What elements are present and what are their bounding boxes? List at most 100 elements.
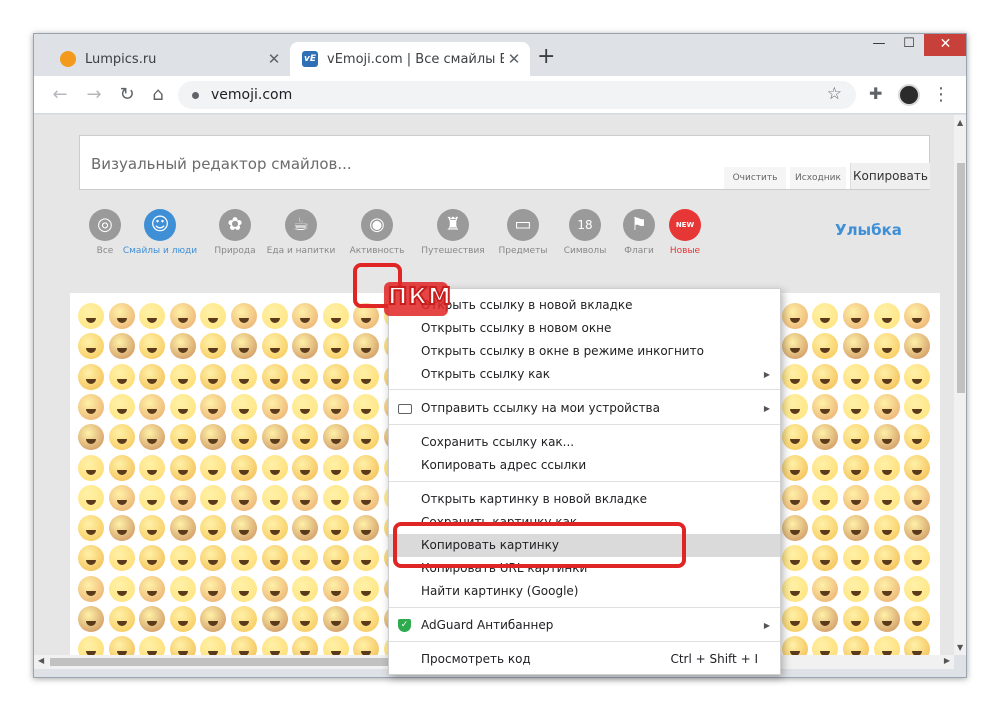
emoji-cell[interactable]	[200, 333, 227, 360]
source-button[interactable]: Исходник	[790, 167, 846, 189]
emoji-cell[interactable]	[904, 636, 931, 655]
emoji-cell[interactable]	[139, 575, 166, 602]
emoji-cell[interactable]	[261, 515, 288, 542]
emoji-cell[interactable]	[873, 333, 900, 360]
emoji-cell[interactable]	[322, 363, 349, 390]
emoji-cell[interactable]	[292, 333, 319, 360]
emoji-cell[interactable]	[200, 545, 227, 572]
emoji-cell[interactable]	[812, 454, 839, 481]
emoji-cell[interactable]	[292, 484, 319, 511]
category-objects[interactable]: ▭ Предметы	[490, 207, 556, 277]
home-icon[interactable]: ⌂	[146, 83, 170, 107]
emoji-cell[interactable]	[108, 484, 135, 511]
emoji-cell[interactable]	[322, 545, 349, 572]
emoji-cell[interactable]	[873, 424, 900, 451]
emoji-cell[interactable]	[322, 454, 349, 481]
emoji-cell[interactable]	[139, 606, 166, 632]
tab-lumpics[interactable]: Lumpics.ru ✕	[42, 42, 290, 76]
menu-item-save-link-as[interactable]: Сохранить ссылку как...	[389, 431, 780, 454]
emoji-cell[interactable]	[108, 363, 135, 390]
emoji-cell[interactable]	[812, 363, 839, 390]
emoji-cell[interactable]	[843, 303, 869, 329]
emoji-cell[interactable]	[873, 303, 900, 329]
emoji-cell[interactable]	[200, 303, 227, 329]
scrollbar-thumb[interactable]	[50, 658, 410, 666]
emoji-cell[interactable]	[200, 393, 227, 420]
emoji-cell[interactable]	[78, 636, 104, 655]
emoji-cell[interactable]	[78, 454, 104, 481]
emoji-cell[interactable]	[843, 424, 869, 451]
emoji-cell[interactable]	[231, 484, 257, 511]
emoji-cell[interactable]	[200, 363, 227, 390]
menu-item-adguard[interactable]: ✓ AdGuard Антибаннер ▶	[389, 614, 780, 637]
category-nature[interactable]: ✿ Природа	[202, 207, 268, 277]
emoji-cell[interactable]	[904, 363, 931, 390]
emoji-cell[interactable]	[169, 303, 196, 329]
emoji-cell[interactable]	[78, 606, 104, 632]
emoji-cell[interactable]	[78, 333, 104, 360]
emoji-cell[interactable]	[873, 454, 900, 481]
emoji-cell[interactable]	[108, 303, 135, 329]
back-icon[interactable]: ←	[48, 83, 72, 107]
emoji-cell[interactable]	[169, 454, 196, 481]
emoji-cell[interactable]	[812, 545, 839, 572]
emoji-cell[interactable]	[322, 575, 349, 602]
emoji-cell[interactable]	[261, 545, 288, 572]
emoji-cell[interactable]	[781, 545, 808, 572]
emoji-cell[interactable]	[261, 303, 288, 329]
emoji-cell[interactable]	[873, 606, 900, 632]
emoji-cell[interactable]	[843, 333, 869, 360]
emoji-cell[interactable]	[292, 393, 319, 420]
emoji-cell[interactable]	[139, 363, 166, 390]
emoji-cell[interactable]	[843, 393, 869, 420]
emoji-cell[interactable]	[781, 575, 808, 602]
minimize-button[interactable]: —	[864, 34, 894, 56]
emoji-cell[interactable]	[322, 424, 349, 451]
emoji-cell[interactable]	[353, 363, 380, 390]
emoji-cell[interactable]	[873, 484, 900, 511]
emoji-cell[interactable]	[353, 545, 380, 572]
emoji-cell[interactable]	[139, 303, 166, 329]
extensions-icon[interactable]: ✚	[869, 86, 885, 102]
category-food[interactable]: ☕ Еда и напитки	[262, 207, 340, 277]
emoji-cell[interactable]	[353, 515, 380, 542]
emoji-cell[interactable]	[843, 545, 869, 572]
emoji-cell[interactable]	[353, 393, 380, 420]
emoji-cell[interactable]	[353, 575, 380, 602]
emoji-cell[interactable]	[108, 424, 135, 451]
emoji-cell[interactable]	[843, 606, 869, 632]
menu-item-open-image-new-tab[interactable]: Открыть картинку в новой вкладке	[389, 488, 780, 511]
emoji-cell[interactable]	[78, 484, 104, 511]
emoji-cell[interactable]	[169, 393, 196, 420]
emoji-cell[interactable]	[904, 575, 931, 602]
emoji-cell[interactable]	[261, 636, 288, 655]
emoji-cell[interactable]	[781, 515, 808, 542]
menu-item-copy-link-address[interactable]: Копировать адрес ссылки	[389, 454, 780, 477]
emoji-cell[interactable]	[108, 636, 135, 655]
scroll-down-icon[interactable]: ▼	[957, 643, 963, 652]
emoji-cell[interactable]	[873, 363, 900, 390]
menu-item-send-to-devices[interactable]: Отправить ссылку на мои устройства ▶	[389, 397, 780, 420]
emoji-cell[interactable]	[139, 424, 166, 451]
emoji-cell[interactable]	[139, 454, 166, 481]
emoji-cell[interactable]	[169, 606, 196, 632]
emoji-cell[interactable]	[353, 454, 380, 481]
site-info-icon[interactable]	[192, 91, 199, 99]
avatar[interactable]	[898, 84, 920, 106]
emoji-cell[interactable]	[812, 636, 839, 655]
emoji-cell[interactable]	[292, 515, 319, 542]
emoji-cell[interactable]	[78, 303, 104, 329]
emoji-cell[interactable]	[200, 484, 227, 511]
emoji-cell[interactable]	[139, 393, 166, 420]
emoji-cell[interactable]	[322, 636, 349, 655]
emoji-cell[interactable]	[139, 636, 166, 655]
emoji-cell[interactable]	[873, 636, 900, 655]
emoji-cell[interactable]	[169, 484, 196, 511]
emoji-cell[interactable]	[781, 484, 808, 511]
emoji-cell[interactable]	[781, 303, 808, 329]
emoji-cell[interactable]	[200, 454, 227, 481]
emoji-cell[interactable]	[873, 393, 900, 420]
emoji-cell[interactable]	[904, 333, 931, 360]
emoji-cell[interactable]	[353, 606, 380, 632]
emoji-cell[interactable]	[169, 515, 196, 542]
